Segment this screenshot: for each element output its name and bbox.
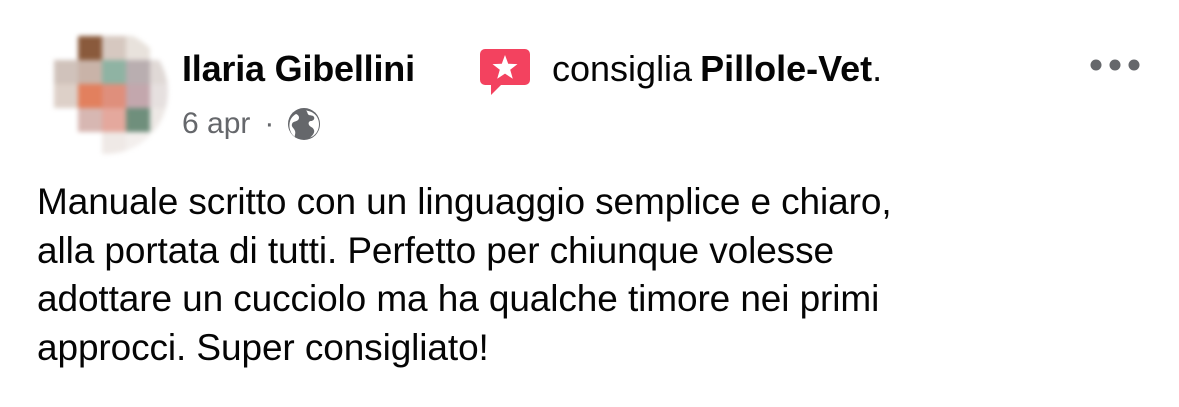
avatar-pixel [78,60,102,84]
post-body-text: Manuale scritto con un linguaggio sempli… [37,181,892,368]
avatar-pixel [150,60,168,84]
more-options-icon[interactable] [1088,52,1142,78]
avatar-pixel [78,132,102,154]
avatar-pixel [102,108,126,132]
page-suffix: . [872,48,883,89]
avatar-pixel [126,108,150,132]
avatar-pixel [102,36,126,60]
avatar-pixel [54,132,78,154]
avatar-pixel [126,60,150,84]
avatar[interactable] [44,30,168,154]
avatar-pixel [102,84,126,108]
avatar-image [54,36,168,154]
globe-icon[interactable] [286,106,322,142]
avatar-pixel [102,132,126,154]
avatar-pixel [102,60,126,84]
avatar-pixel [54,84,78,108]
avatar-pixel [150,132,168,154]
avatar-pixel [126,84,150,108]
meta-separator: · [264,107,275,140]
avatar-pixel [54,36,78,60]
avatar-pixel [54,60,78,84]
header-action-line: consiglia Pillole-Vet. [552,44,882,94]
post-date[interactable]: 6 apr [182,107,250,141]
recommendation-post: Ilaria Gibellini consiglia Pillole-Vet. 6… [0,0,1179,407]
recommend-star-icon [480,49,530,95]
avatar-pixel [78,108,102,132]
author-name[interactable]: Ilaria Gibellini [182,44,415,94]
avatar-pixel [126,132,150,154]
post-meta: 6 apr · [182,104,322,144]
action-verb: consiglia [552,48,693,89]
avatar-pixel [150,36,168,60]
avatar-pixel [150,108,168,132]
page-name-link[interactable]: Pillole-Vet [700,48,872,89]
avatar-pixel [126,36,150,60]
avatar-pixel [150,84,168,108]
avatar-pixel [78,36,102,60]
avatar-pixel [78,84,102,108]
avatar-pixel [54,108,78,132]
